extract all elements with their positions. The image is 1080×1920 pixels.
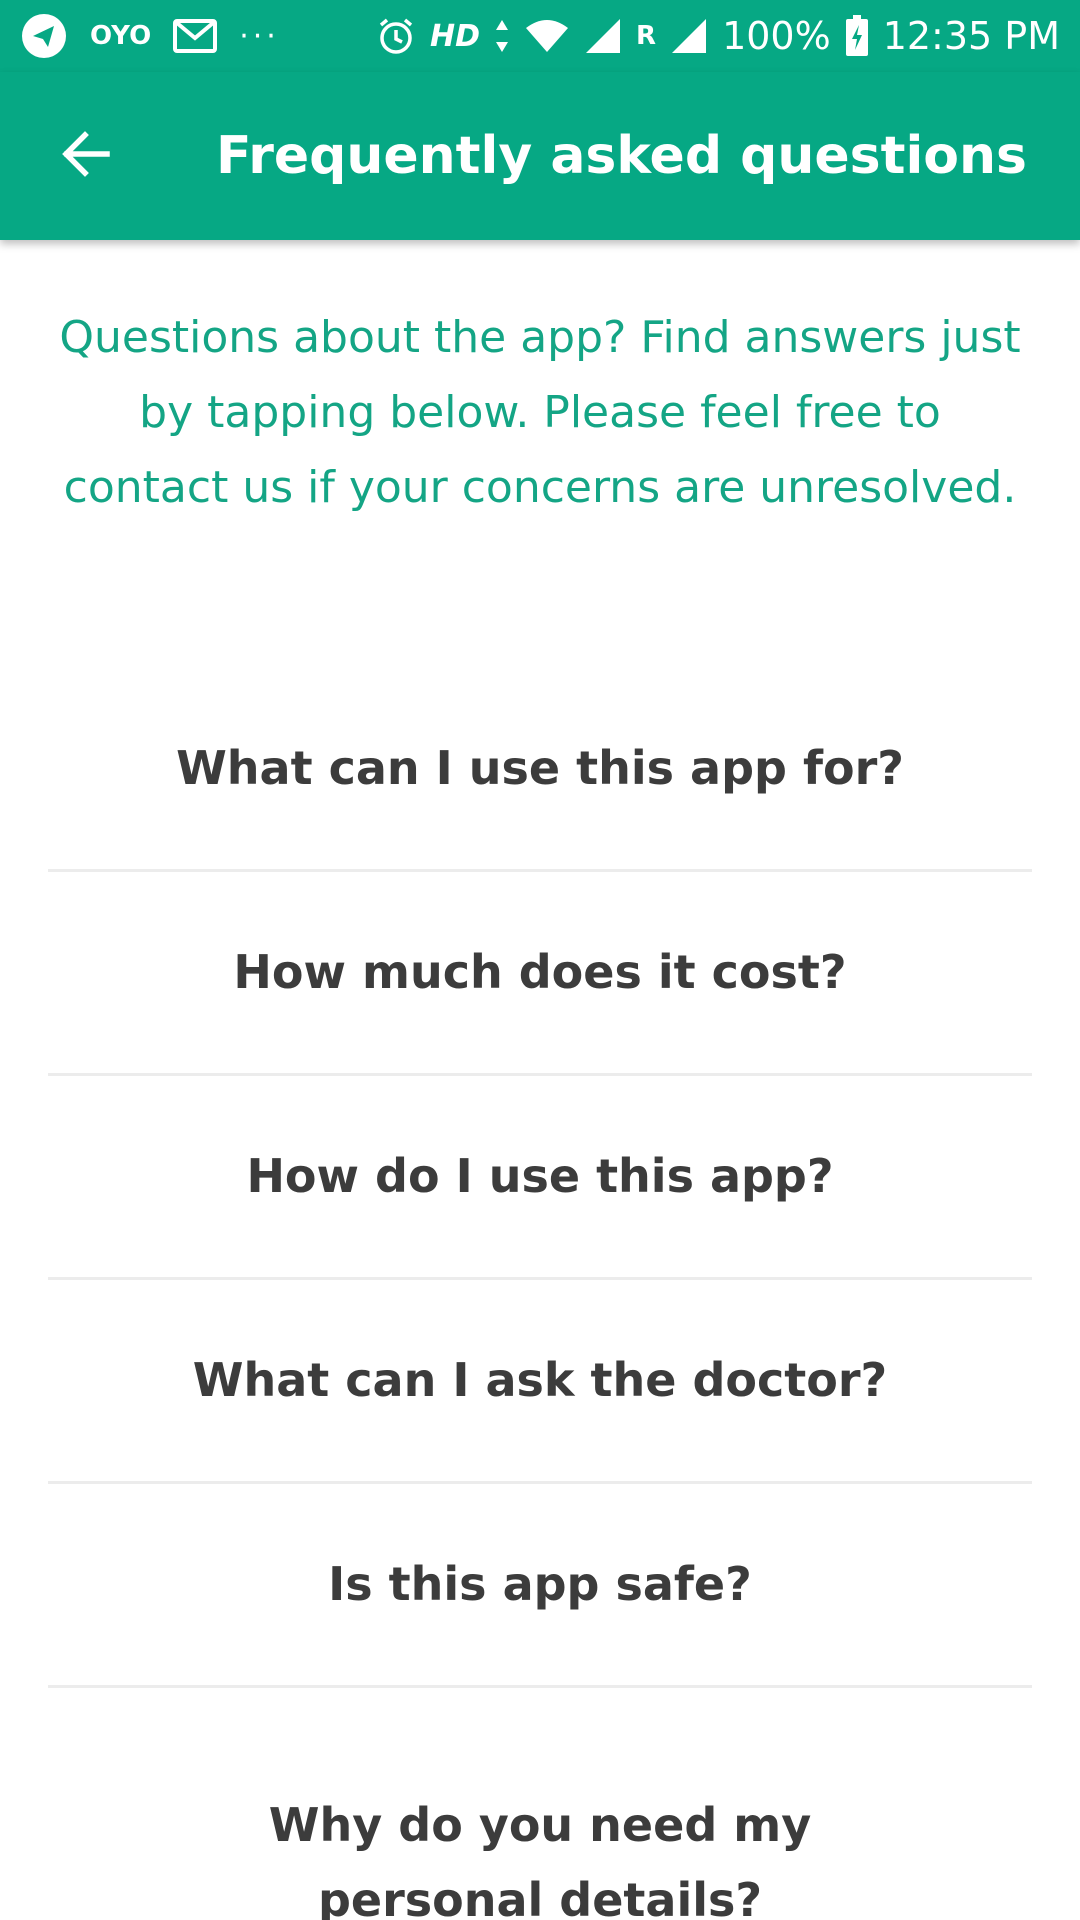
faq-question: What can I use this app for? xyxy=(176,741,904,795)
system-status-icons: HD R 100% 12:35 PM xyxy=(376,14,1060,58)
data-arrows-icon xyxy=(494,18,510,54)
clock: 12:35 PM xyxy=(882,14,1060,58)
gmail-icon xyxy=(173,19,218,53)
faq-item[interactable]: What can I ask the doctor? xyxy=(48,1280,1032,1484)
page-title: Frequently asked questions xyxy=(216,126,1027,186)
arrow-back-icon xyxy=(59,128,111,184)
signal-icon xyxy=(670,17,708,55)
hd-icon: HD xyxy=(430,18,481,54)
faq-list: What can I use this app for? How much do… xyxy=(48,668,1032,1920)
faq-question: How do I use this app? xyxy=(246,1149,834,1203)
alarm-icon xyxy=(376,16,416,56)
oyo-icon: OYO xyxy=(90,21,152,51)
faq-question: What can I ask the doctor? xyxy=(192,1353,888,1407)
battery-percentage: 100% xyxy=(722,14,831,58)
battery-charging-icon xyxy=(845,15,869,57)
faq-item[interactable]: How much does it cost? xyxy=(48,872,1032,1076)
app-bar: Frequently asked questions xyxy=(0,72,1080,240)
notification-icons: OYO ··· xyxy=(20,12,280,60)
faq-item[interactable]: Why do you need my personal details? xyxy=(48,1688,1032,1920)
faq-question: How much does it cost? xyxy=(233,945,847,999)
faq-question: Is this app safe? xyxy=(328,1557,752,1611)
faq-screen: OYO ··· HD R 100% 12:35 PM Frequently as… xyxy=(0,0,1080,1920)
roaming-icon: R xyxy=(636,21,657,51)
faq-item[interactable]: Is this app safe? xyxy=(48,1484,1032,1688)
faq-question: Why do you need my personal details? xyxy=(268,1798,812,1920)
back-button[interactable] xyxy=(0,72,170,240)
faq-item[interactable]: What can I use this app for? xyxy=(48,668,1032,872)
status-bar: OYO ··· HD R 100% 12:35 PM xyxy=(0,0,1080,72)
more-notifications-icon: ··· xyxy=(239,18,280,54)
signal-icon xyxy=(584,17,622,55)
telegram-icon xyxy=(20,12,68,60)
faq-item[interactable]: How do I use this app? xyxy=(48,1076,1032,1280)
intro-text: Questions about the app? Find answers ju… xyxy=(59,312,1021,513)
wifi-icon xyxy=(524,18,570,54)
